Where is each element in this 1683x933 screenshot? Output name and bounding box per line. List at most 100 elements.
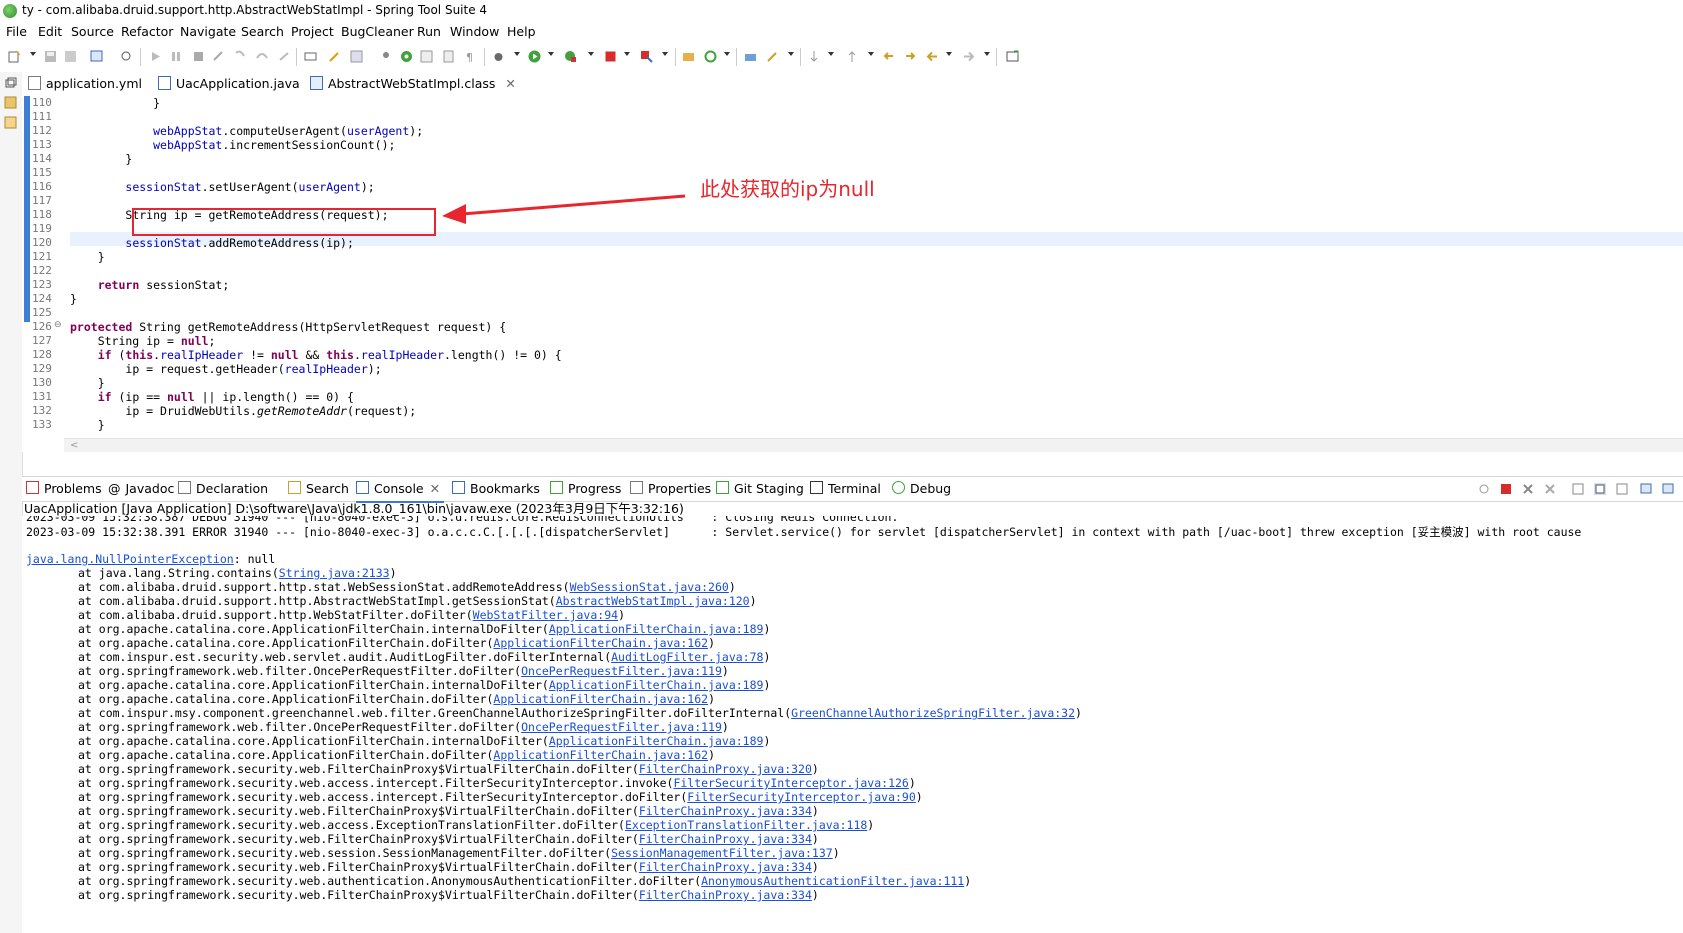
- source-link[interactable]: FilterChainProxy.java:320: [639, 762, 812, 776]
- menu-refactor[interactable]: Refactor: [121, 24, 173, 39]
- fold-toggle-icon[interactable]: ⊖: [54, 320, 62, 330]
- toggle-mark-occurrences-icon[interactable]: [328, 50, 341, 63]
- tab-abstractwebstatimpl-class[interactable]: AbstractWebStatImpl.class ✕: [304, 72, 522, 98]
- external-tools-icon[interactable]: [640, 50, 653, 63]
- suspend-icon[interactable]: [170, 50, 183, 63]
- tab-bookmarks[interactable]: Bookmarks: [452, 477, 540, 501]
- tab-uacapplication-java[interactable]: UacApplication.java: [158, 72, 300, 96]
- coverage-icon[interactable]: [564, 50, 577, 63]
- new-icon[interactable]: [8, 50, 21, 63]
- menu-help[interactable]: Help: [507, 24, 536, 39]
- source-link[interactable]: OncePerRequestFilter.java:119: [521, 664, 722, 678]
- code-editor[interactable]: 110 111 112 113 114 115 116 117 118 119 …: [22, 96, 1683, 452]
- new-java-project-icon[interactable]: [682, 50, 695, 63]
- new-dropdown-icon[interactable]: [30, 52, 36, 56]
- toggle-block-selection-icon[interactable]: [304, 50, 317, 63]
- open-type-icon[interactable]: [120, 50, 133, 63]
- new-spring-dropdown-icon[interactable]: [724, 52, 730, 56]
- source-link[interactable]: ApplicationFilterChain.java:189: [549, 678, 764, 692]
- debug-icon[interactable]: [492, 50, 505, 63]
- step-over-icon[interactable]: [256, 50, 269, 63]
- forward-icon[interactable]: [962, 50, 975, 63]
- save-all-icon[interactable]: [64, 50, 77, 63]
- back-dropdown-icon[interactable]: [946, 52, 952, 56]
- previous-annotation-dropdown-icon[interactable]: [868, 52, 874, 56]
- coverage-dropdown-icon[interactable]: [588, 52, 594, 56]
- close-tab-icon[interactable]: ✕: [430, 481, 440, 496]
- source-link[interactable]: AnonymousAuthenticationFilter.java:111: [701, 874, 964, 888]
- last-edit-icon[interactable]: [442, 50, 455, 63]
- source-link[interactable]: FilterChainProxy.java:334: [639, 888, 812, 902]
- source-link[interactable]: ApplicationFilterChain.java:162: [493, 692, 708, 706]
- disconnect-icon[interactable]: [212, 50, 225, 63]
- save-icon[interactable]: [44, 50, 57, 63]
- source-link[interactable]: AuditLogFilter.java:78: [611, 650, 763, 664]
- tab-javadoc[interactable]: @ Javadoc: [108, 477, 174, 501]
- restore-icon[interactable]: [4, 76, 17, 89]
- open-task-icon[interactable]: [744, 50, 757, 63]
- menu-edit[interactable]: Edit: [38, 24, 62, 39]
- external-tools-dropdown-icon[interactable]: [662, 52, 668, 56]
- stop-icon[interactable]: [604, 50, 617, 63]
- console-output[interactable]: 2023-03-09 15:32:38.387 DEBUG 31940 --- …: [22, 516, 1683, 933]
- tab-properties[interactable]: Properties: [630, 477, 711, 501]
- print-icon[interactable]: [90, 50, 103, 63]
- package-explorer-icon[interactable]: [4, 96, 17, 109]
- forward-dropdown-icon[interactable]: [984, 52, 990, 56]
- terminate-console-icon[interactable]: [1500, 483, 1512, 495]
- source-link[interactable]: ApplicationFilterChain.java:162: [493, 636, 708, 650]
- menu-file[interactable]: File: [6, 24, 27, 39]
- source-link[interactable]: ApplicationFilterChain.java:162: [493, 748, 708, 762]
- menu-navigate[interactable]: Navigate: [180, 24, 236, 39]
- menu-search[interactable]: Search: [241, 24, 284, 39]
- source-link[interactable]: FilterChainProxy.java:334: [639, 804, 812, 818]
- tab-search[interactable]: Search: [288, 477, 349, 501]
- menu-run[interactable]: Run: [417, 24, 441, 39]
- source-link[interactable]: GreenChannelAuthorizeSpringFilter.java:3…: [791, 706, 1075, 720]
- previous-annotation-icon[interactable]: [846, 50, 859, 63]
- next-annotation-icon[interactable]: [808, 50, 821, 63]
- terminate-icon[interactable]: [192, 50, 205, 63]
- tab-declaration[interactable]: Declaration: [178, 477, 268, 501]
- scroll-lock-icon[interactable]: [1594, 483, 1606, 495]
- remove-all-terminated-icon[interactable]: [1544, 483, 1556, 495]
- scroll-left-icon[interactable]: <: [70, 440, 78, 451]
- menu-bugcleaner[interactable]: BugCleaner: [341, 24, 414, 39]
- tab-application-yml[interactable]: application.yml: [28, 72, 142, 96]
- tab-terminal[interactable]: Terminal: [810, 477, 881, 501]
- skip-breakpoints-icon[interactable]: [150, 50, 163, 63]
- source-link[interactable]: OncePerRequestFilter.java:119: [521, 720, 722, 734]
- tab-git-staging[interactable]: Git Staging: [716, 477, 804, 501]
- display-console-icon[interactable]: [1662, 483, 1674, 495]
- search-tool-icon[interactable]: [766, 50, 779, 63]
- close-tab-icon[interactable]: ✕: [505, 76, 515, 91]
- menu-window[interactable]: Window: [450, 24, 499, 39]
- annotate-icon[interactable]: [420, 50, 433, 63]
- open-perspective-icon[interactable]: [1006, 50, 1019, 63]
- step-return-icon[interactable]: [278, 50, 291, 63]
- tab-problems[interactable]: Problems: [26, 477, 102, 501]
- source-link[interactable]: FilterSecurityInterceptor.java:126: [673, 776, 908, 790]
- editor-horizontal-scrollbar[interactable]: <: [64, 438, 1683, 452]
- source-link[interactable]: String.java:2133: [279, 566, 390, 580]
- spring-boot-dashboard-icon[interactable]: [400, 50, 413, 63]
- run-icon[interactable]: [528, 50, 541, 63]
- run-dropdown-icon[interactable]: [548, 52, 554, 56]
- debug-dropdown-icon[interactable]: [514, 52, 520, 56]
- stop-dropdown-icon[interactable]: [624, 52, 630, 56]
- last-edit-location-icon[interactable]: [882, 50, 895, 63]
- source-link[interactable]: WebStatFilter.java:94: [473, 608, 618, 622]
- source-link[interactable]: WebSessionStat.java:260: [570, 580, 729, 594]
- tab-progress[interactable]: Progress: [550, 477, 621, 501]
- search-dropdown-icon[interactable]: [788, 52, 794, 56]
- remove-launch-icon[interactable]: [1522, 483, 1534, 495]
- source-link[interactable]: ApplicationFilterChain.java:189: [549, 622, 764, 636]
- pin-console-icon[interactable]: [1640, 483, 1652, 495]
- show-whitespace-icon[interactable]: [350, 50, 363, 63]
- type-hierarchy-icon[interactable]: [4, 116, 17, 129]
- source-link[interactable]: SessionManagementFilter.java:137: [611, 846, 833, 860]
- step-into-icon[interactable]: [234, 50, 247, 63]
- menu-project[interactable]: Project: [291, 24, 334, 39]
- back-icon[interactable]: [926, 50, 939, 63]
- word-wrap-icon[interactable]: [1616, 483, 1628, 495]
